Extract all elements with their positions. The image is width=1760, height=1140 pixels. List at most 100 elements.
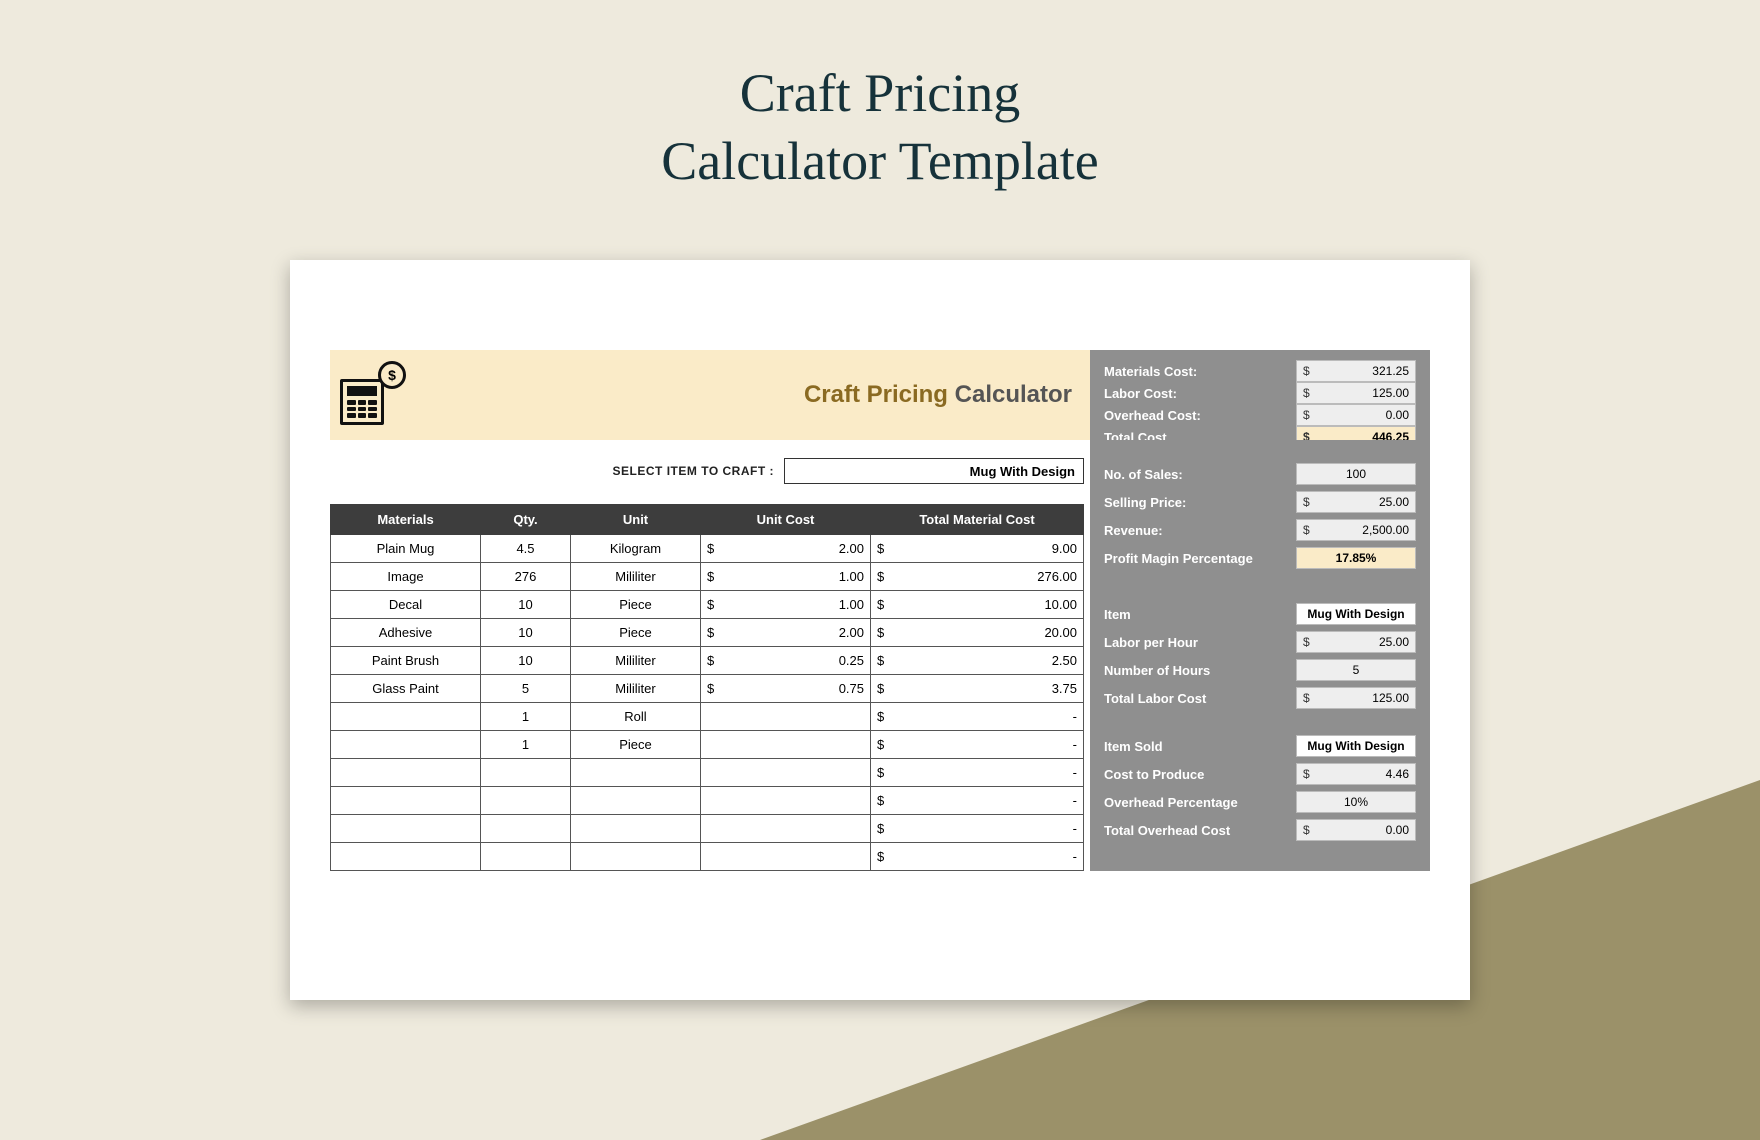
cell-unit-cost[interactable] [701, 787, 871, 815]
summary-label: Item Sold [1104, 739, 1163, 754]
cell-unit-cost[interactable]: $0.25 [701, 647, 871, 675]
cell-total[interactable]: $- [871, 703, 1084, 731]
table-row: $- [331, 843, 1084, 871]
cell[interactable]: 1 [481, 703, 571, 731]
cell-unit-cost[interactable]: $2.00 [701, 535, 871, 563]
cell[interactable] [571, 815, 701, 843]
cell-total[interactable]: $10.00 [871, 591, 1084, 619]
cell-unit-cost[interactable] [701, 731, 871, 759]
cell-total[interactable]: $20.00 [871, 619, 1084, 647]
summary-value[interactable]: $25.00 [1296, 491, 1416, 513]
summary-value[interactable]: 5 [1296, 659, 1416, 681]
cell-total[interactable]: $- [871, 787, 1084, 815]
cell[interactable]: 10 [481, 591, 571, 619]
cell-total[interactable]: $2.50 [871, 647, 1084, 675]
cell[interactable] [481, 759, 571, 787]
summary-label: Labor Cost: [1104, 386, 1177, 401]
summary-row: Profit Magin Percentage 17.85% [1104, 544, 1416, 572]
table-row: Image276Mililiter$1.00$276.00 [331, 563, 1084, 591]
summary-value[interactable]: $125.00 [1296, 687, 1416, 709]
cell[interactable]: Paint Brush [331, 647, 481, 675]
select-item-row: SELECT ITEM TO CRAFT : Mug With Design [330, 454, 1084, 488]
cell[interactable]: Piece [571, 619, 701, 647]
cell[interactable] [571, 759, 701, 787]
select-item-dropdown[interactable]: Mug With Design [784, 458, 1084, 484]
summary-row: Overhead Cost:$0.00 [1104, 404, 1416, 426]
cell-unit-cost[interactable]: $0.75 [701, 675, 871, 703]
cell[interactable]: Decal [331, 591, 481, 619]
cell-total[interactable]: $- [871, 815, 1084, 843]
summary-label: Profit Magin Percentage [1104, 551, 1253, 566]
cell[interactable] [331, 843, 481, 871]
summary-value[interactable]: 10% [1296, 791, 1416, 813]
summary-row: Total Overhead Cost$0.00 [1104, 816, 1416, 844]
cell-unit-cost[interactable] [701, 815, 871, 843]
cell[interactable]: Mililiter [571, 563, 701, 591]
summary-row: Item Sold Mug With Design [1104, 732, 1416, 760]
cell-unit-cost[interactable]: $2.00 [701, 619, 871, 647]
cell[interactable]: Piece [571, 591, 701, 619]
cell-total[interactable]: $276.00 [871, 563, 1084, 591]
cell[interactable]: Plain Mug [331, 535, 481, 563]
cell[interactable]: 10 [481, 619, 571, 647]
summary-value[interactable]: $0.00 [1296, 819, 1416, 841]
summary-label: Total Labor Cost [1104, 691, 1206, 706]
summary-row: Number of Hours5 [1104, 656, 1416, 684]
summary-value[interactable]: $4.46 [1296, 763, 1416, 785]
cell[interactable] [331, 787, 481, 815]
cell[interactable]: Piece [571, 731, 701, 759]
cell-unit-cost[interactable]: $1.00 [701, 563, 871, 591]
summary-label: Item [1104, 607, 1131, 622]
cell[interactable] [331, 815, 481, 843]
table-row: $- [331, 787, 1084, 815]
cell-total[interactable]: $3.75 [871, 675, 1084, 703]
cell[interactable]: 5 [481, 675, 571, 703]
cell[interactable]: Mililiter [571, 675, 701, 703]
col-unit: Unit [571, 505, 701, 535]
cell-unit-cost[interactable] [701, 703, 871, 731]
cell[interactable] [331, 731, 481, 759]
cell-total[interactable]: $- [871, 731, 1084, 759]
cell[interactable]: Kilogram [571, 535, 701, 563]
cell[interactable] [481, 787, 571, 815]
cell[interactable]: Image [331, 563, 481, 591]
summary-value[interactable]: Mug With Design [1296, 735, 1416, 757]
cell-unit-cost[interactable]: $1.00 [701, 591, 871, 619]
summary-row: No. of Sales:100 [1104, 460, 1416, 488]
cell[interactable]: 10 [481, 647, 571, 675]
summary-value[interactable]: $0.00 [1296, 404, 1416, 426]
cell[interactable]: 4.5 [481, 535, 571, 563]
summary-value[interactable]: 17.85% [1296, 547, 1416, 569]
summary-value[interactable]: $2,500.00 [1296, 519, 1416, 541]
summary-value[interactable]: $125.00 [1296, 382, 1416, 404]
calculator-icon: $ [340, 365, 400, 425]
cell-unit-cost[interactable] [701, 759, 871, 787]
materials-table: Materials Qty. Unit Unit Cost Total Mate… [330, 504, 1084, 871]
summary-row: Total Labor Cost $125.00 [1104, 684, 1416, 712]
cell[interactable]: Mililiter [571, 647, 701, 675]
table-row: 1Piece $- [331, 731, 1084, 759]
cell[interactable]: Adhesive [331, 619, 481, 647]
summary-row: Revenue:$2,500.00 [1104, 516, 1416, 544]
cell[interactable] [331, 703, 481, 731]
cell-unit-cost[interactable] [701, 843, 871, 871]
cell[interactable]: 276 [481, 563, 571, 591]
cell[interactable] [481, 815, 571, 843]
cell-total[interactable]: $9.00 [871, 535, 1084, 563]
cell[interactable] [571, 843, 701, 871]
cell[interactable]: Roll [571, 703, 701, 731]
summary-row: Labor Cost: $125.00 [1104, 382, 1416, 404]
col-qty: Qty. [481, 505, 571, 535]
cell[interactable] [571, 787, 701, 815]
summary-value[interactable]: 100 [1296, 463, 1416, 485]
cell[interactable]: 1 [481, 731, 571, 759]
cell-total[interactable]: $- [871, 843, 1084, 871]
summary-value[interactable]: $25.00 [1296, 631, 1416, 653]
table-row: $- [331, 759, 1084, 787]
summary-value[interactable]: $321.25 [1296, 360, 1416, 382]
cell[interactable] [481, 843, 571, 871]
cell-total[interactable]: $- [871, 759, 1084, 787]
cell[interactable]: Glass Paint [331, 675, 481, 703]
cell[interactable] [331, 759, 481, 787]
summary-value[interactable]: Mug With Design [1296, 603, 1416, 625]
